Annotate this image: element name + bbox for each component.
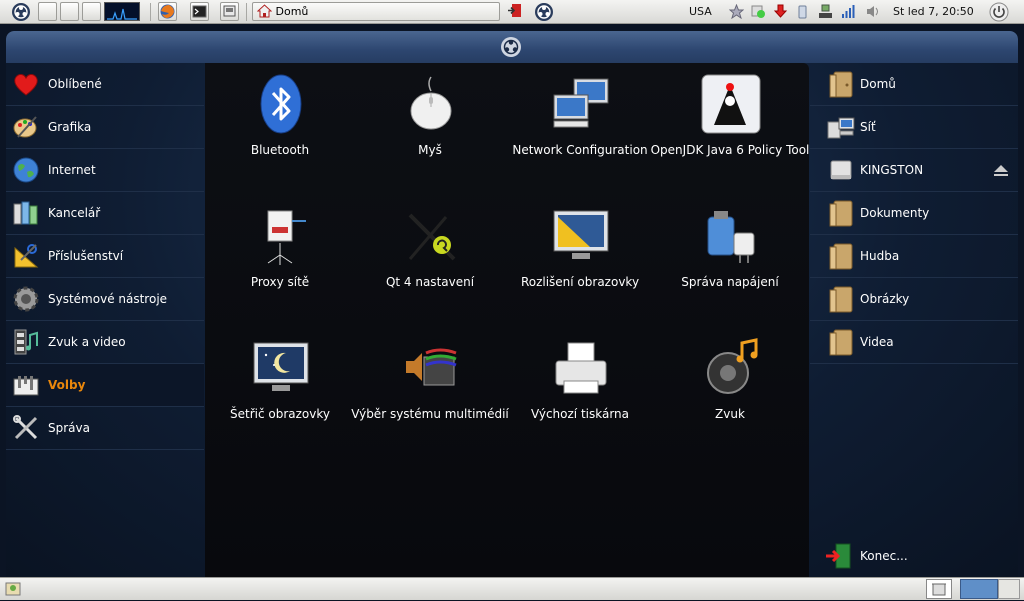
workspace-1-icon[interactable] xyxy=(38,2,57,21)
category-administration[interactable]: Správa xyxy=(6,407,204,450)
firefox-launcher-icon[interactable] xyxy=(158,2,177,21)
category-accessories[interactable]: Příslušenství xyxy=(6,235,204,278)
network-tray-icon[interactable] xyxy=(818,4,833,19)
update-tray-icon[interactable] xyxy=(751,4,766,19)
logout-button[interactable]: Konec... xyxy=(810,536,1018,576)
app-mouse[interactable]: Myš xyxy=(355,63,505,173)
heart-icon xyxy=(14,74,38,96)
java-icon xyxy=(701,74,761,134)
category-sound-video[interactable]: Zvuk a video xyxy=(6,321,204,364)
bottom-panel xyxy=(0,577,1024,600)
logout-icon xyxy=(826,543,851,569)
application-menu: Oblíbené Grafika Internet Kancelář Přísl… xyxy=(6,31,1018,578)
sound-icon xyxy=(707,338,758,394)
app-network-configuration[interactable]: Network Configuration xyxy=(505,63,655,173)
terminal-launcher-icon[interactable] xyxy=(190,2,209,21)
mandriva-logo-icon xyxy=(12,3,30,21)
category-favorites[interactable]: Oblíbené xyxy=(6,63,204,106)
preferences-icon xyxy=(13,376,39,396)
mandriva-logo-icon xyxy=(501,37,521,57)
battery-tray-icon[interactable] xyxy=(795,4,810,19)
folder-icon xyxy=(829,329,853,356)
office-icon xyxy=(13,201,38,225)
display-resolution-icon xyxy=(553,210,609,259)
folder-icon xyxy=(829,243,853,270)
power-management-icon xyxy=(707,211,755,263)
place-kingston-drive[interactable]: KINGSTON xyxy=(810,149,1018,192)
app-screen-resolution[interactable]: Rozlišení obrazovky xyxy=(505,195,655,305)
main-menu-button[interactable] xyxy=(10,2,34,21)
place-pictures[interactable]: Obrázky xyxy=(810,278,1018,321)
network-places-icon xyxy=(827,117,855,139)
multimedia-icon xyxy=(14,329,38,355)
power-button-icon[interactable] xyxy=(989,2,1009,22)
home-icon xyxy=(256,4,273,23)
place-documents[interactable]: Dokumenty xyxy=(810,192,1018,235)
multimedia-selector-icon xyxy=(406,348,457,386)
cpu-monitor-icon[interactable] xyxy=(104,2,140,21)
category-internet[interactable]: Internet xyxy=(6,149,204,192)
app-bluetooth[interactable]: Bluetooth xyxy=(205,63,355,173)
application-grid: Bluetooth Myš Network Configuration Open… xyxy=(205,63,809,578)
screensaver-icon xyxy=(253,342,309,391)
download-tray-icon[interactable] xyxy=(773,4,788,19)
category-system-tools[interactable]: Systémové nástroje xyxy=(6,278,204,321)
clock[interactable]: St led 7, 20:50 xyxy=(893,5,974,18)
taskbar-window-label: Domů xyxy=(275,5,309,18)
app-default-printer[interactable]: Výchozí tiskárna xyxy=(505,327,655,437)
accessories-icon xyxy=(14,244,39,268)
drive-icon xyxy=(830,160,852,180)
gear-icon xyxy=(13,286,39,312)
trash-icon[interactable] xyxy=(926,579,952,599)
workspace-switcher-active[interactable] xyxy=(960,579,998,599)
mouse-icon xyxy=(410,76,452,130)
category-list: Oblíbené Grafika Internet Kancelář Přísl… xyxy=(6,63,204,450)
place-home[interactable]: Domů xyxy=(810,63,1018,106)
place-videos[interactable]: Videa xyxy=(810,321,1018,364)
proxy-icon xyxy=(267,210,306,265)
places-list: Domů Síť KINGSTON Dokumenty Hudba Obrázk… xyxy=(810,63,1018,364)
category-office[interactable]: Kancelář xyxy=(6,192,204,235)
app-power-management[interactable]: Správa napájení xyxy=(655,195,805,305)
app-qt4-settings[interactable]: Qt 4 nastavení xyxy=(355,195,505,305)
show-desktop-icon[interactable] xyxy=(220,2,239,21)
workspace-2-icon[interactable] xyxy=(60,2,79,21)
place-network[interactable]: Síť xyxy=(810,106,1018,149)
workspace-switcher-inactive[interactable] xyxy=(998,579,1020,599)
show-desktop-button[interactable] xyxy=(4,580,22,598)
bluetooth-icon xyxy=(260,74,302,134)
printer-icon xyxy=(555,342,607,394)
logout-panel-icon[interactable] xyxy=(507,2,525,21)
folder-icon xyxy=(829,200,853,227)
signal-strength-icon[interactable] xyxy=(841,4,856,19)
network-icon xyxy=(553,78,609,128)
category-graphics[interactable]: Grafika xyxy=(6,106,204,149)
workspace-3-icon[interactable] xyxy=(82,2,101,21)
globe-icon xyxy=(13,157,39,183)
folder-icon xyxy=(829,286,853,313)
palette-icon xyxy=(13,116,37,138)
star-tray-icon[interactable] xyxy=(728,3,745,20)
keyboard-layout-indicator[interactable]: USA xyxy=(689,5,712,18)
tools-icon xyxy=(13,415,38,440)
category-preferences[interactable]: Volby xyxy=(6,364,204,407)
taskbar-window-button[interactable]: Domů xyxy=(252,2,500,21)
top-panel: Domů USA St led 7, 20:50 xyxy=(0,0,1024,24)
home-folder-icon xyxy=(829,71,853,98)
app-multimedia-system-selector[interactable]: Výběr systému multimédií xyxy=(351,327,509,437)
app-openjdk-policy-tool[interactable]: OpenJDK Java 6 Policy Tool xyxy=(651,63,809,173)
desktop-icon xyxy=(5,582,21,596)
menu-header xyxy=(6,31,1018,63)
volume-icon[interactable] xyxy=(866,4,881,19)
place-music[interactable]: Hudba xyxy=(810,235,1018,278)
eject-icon[interactable] xyxy=(994,165,1008,176)
mandriva-panel-logo-icon[interactable] xyxy=(533,2,557,21)
qt-settings-icon xyxy=(408,213,456,261)
app-screensaver[interactable]: Šetřič obrazovky xyxy=(205,327,355,437)
app-sound[interactable]: Zvuk xyxy=(655,327,805,437)
app-network-proxy[interactable]: Proxy sítě xyxy=(205,195,355,305)
